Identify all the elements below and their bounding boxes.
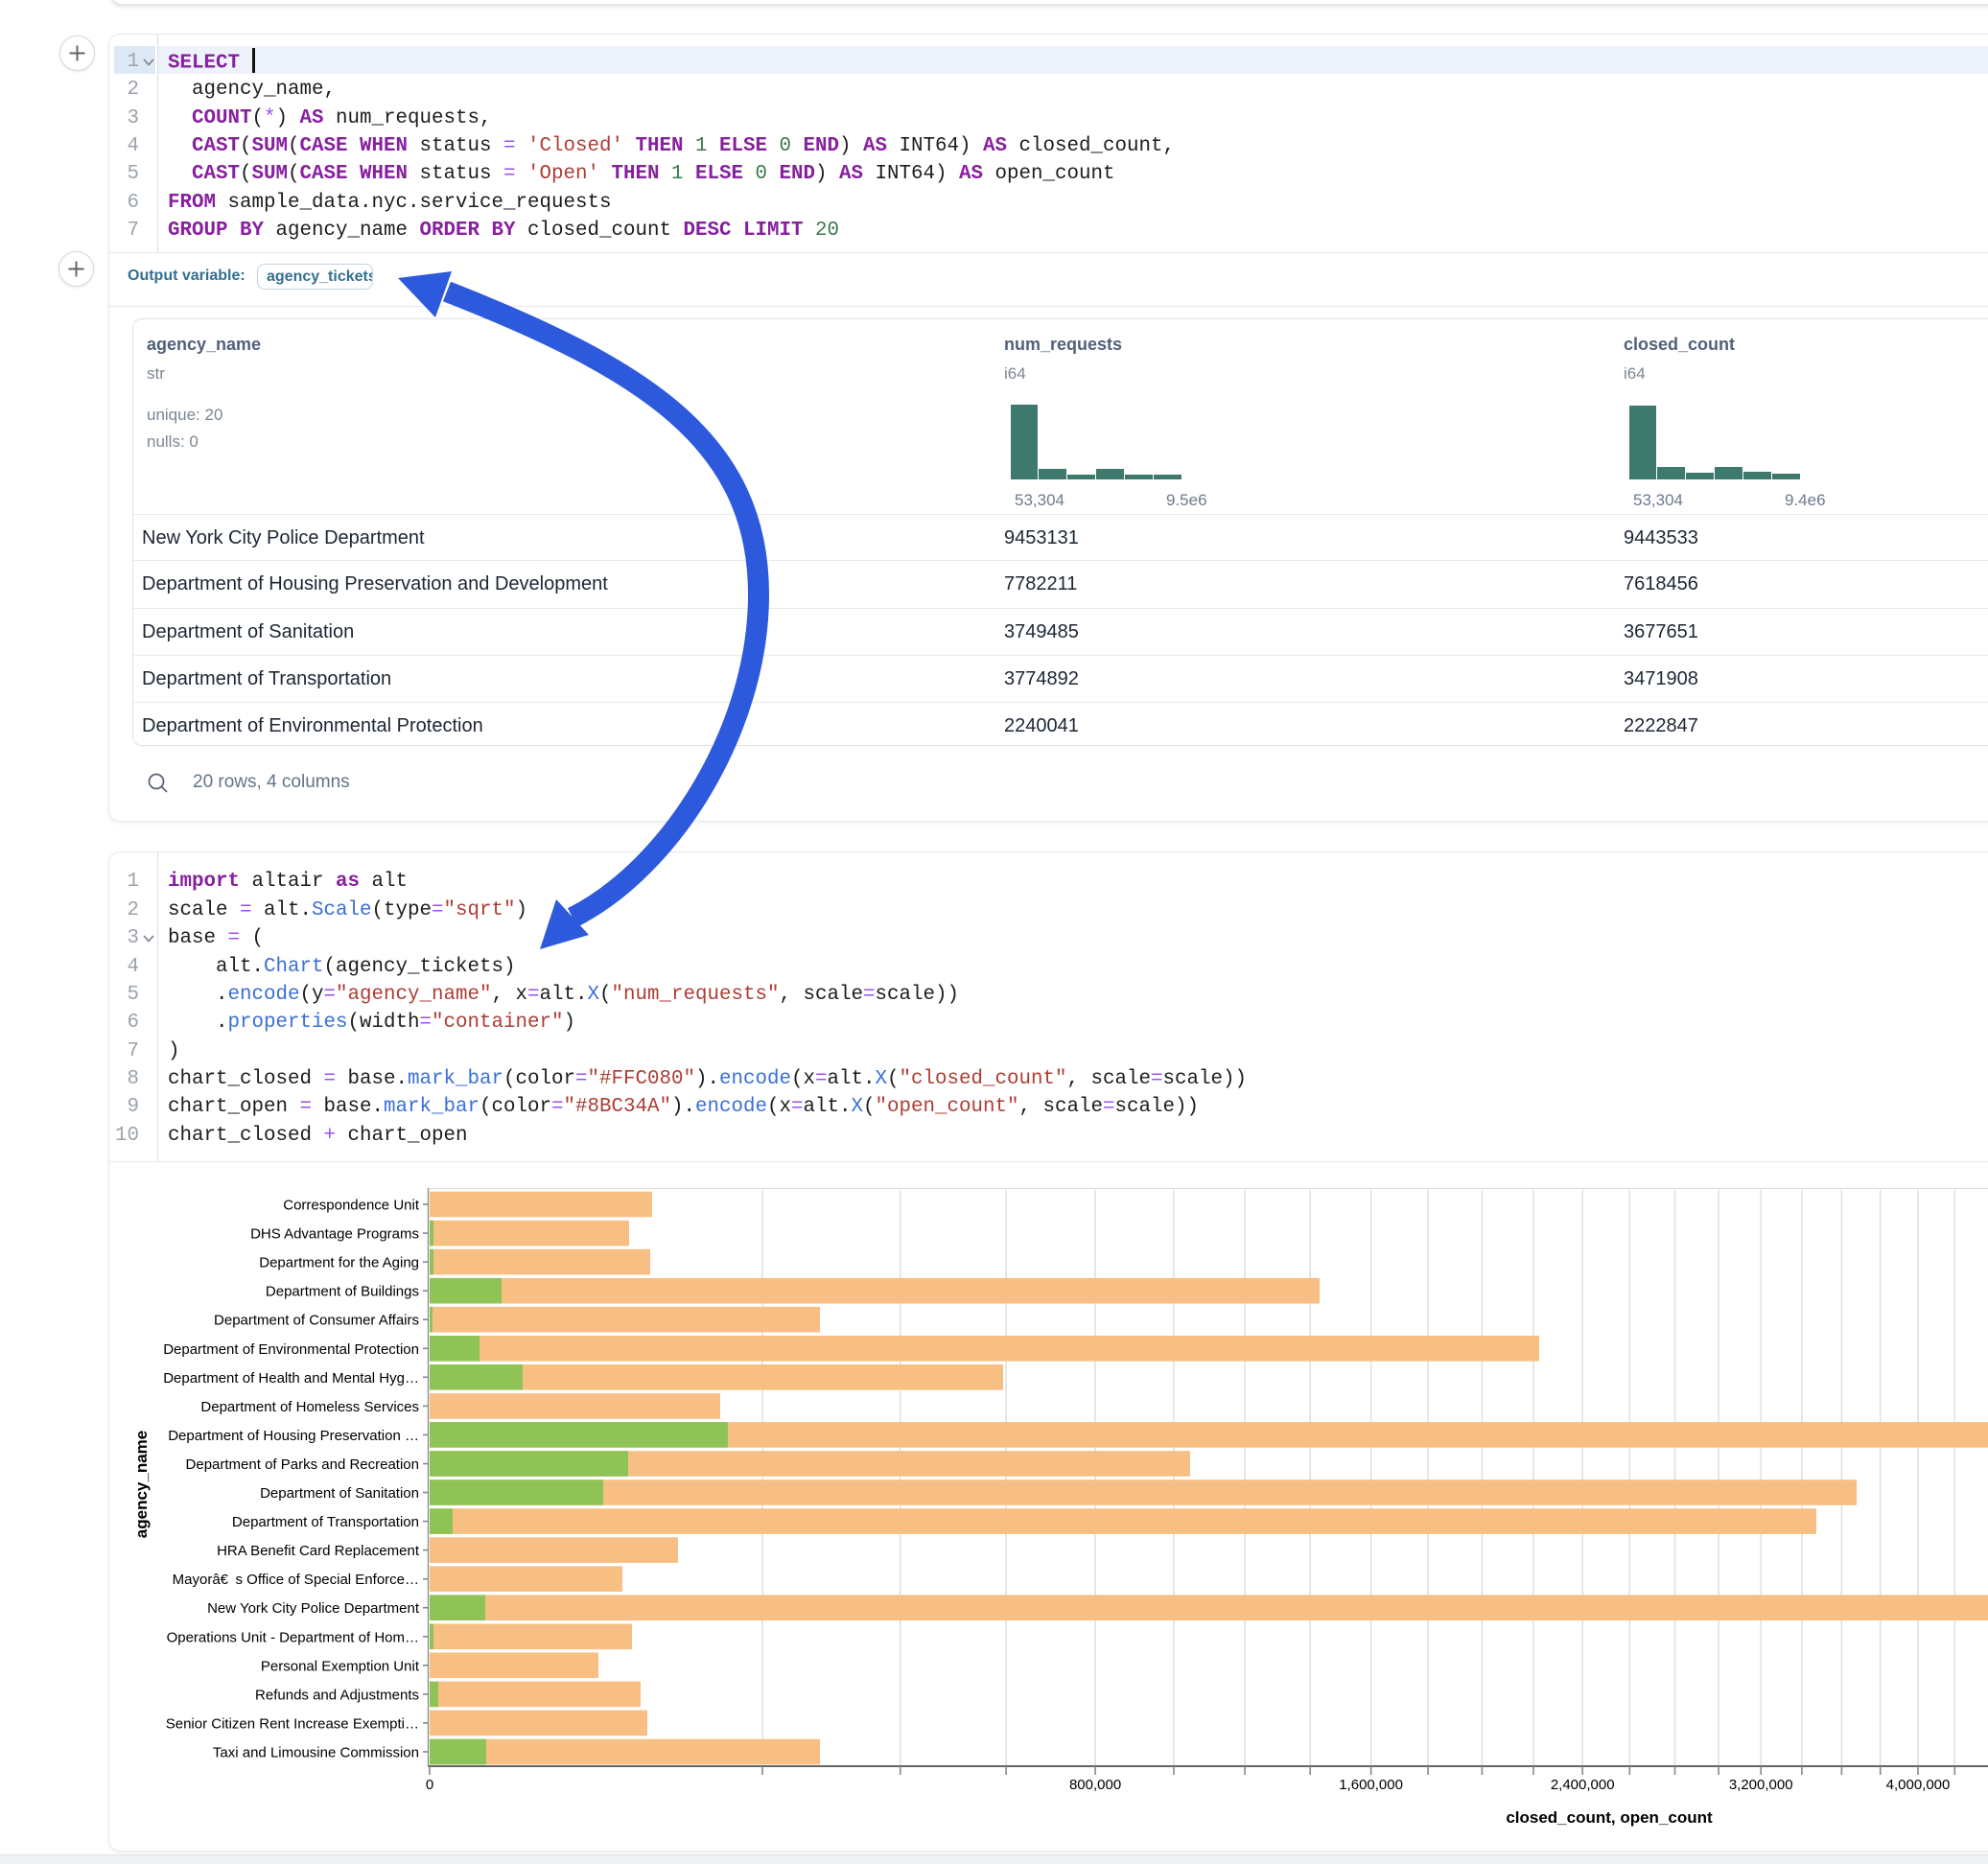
svg-text:Senior Citizen Rent Increase E: Senior Citizen Rent Increase Exempti…	[166, 1715, 419, 1732]
svg-text:Department of Health and Menta: Department of Health and Mental Hyg…	[163, 1370, 419, 1386]
svg-text:Refunds and Adjustments: Refunds and Adjustments	[255, 1687, 419, 1703]
svg-text:Department of Sanitation: Department of Sanitation	[260, 1485, 419, 1502]
svg-text:4,000,000: 4,000,000	[1886, 1777, 1951, 1793]
svg-text:2,400,000: 2,400,000	[1551, 1777, 1615, 1793]
svg-text:Taxi and Limousine Commission: Taxi and Limousine Commission	[213, 1745, 419, 1761]
svg-text:1,600,000: 1,600,000	[1339, 1777, 1403, 1793]
svg-text:Department of Homeless Service: Department of Homeless Services	[200, 1399, 419, 1415]
svg-text:Department of Environmental Pr: Department of Environmental Protection	[163, 1341, 419, 1358]
svg-text:800,000: 800,000	[1069, 1777, 1121, 1793]
svg-text:DHS Advantage Programs: DHS Advantage Programs	[250, 1226, 419, 1243]
svg-text:HRA Benefit Card Replacement: HRA Benefit Card Replacement	[217, 1543, 420, 1559]
svg-text:Department of Buildings: Department of Buildings	[266, 1284, 419, 1300]
svg-text:0: 0	[426, 1777, 433, 1793]
svg-text:Department of Parks and Recrea: Department of Parks and Recreation	[186, 1456, 419, 1473]
svg-text:Mayorâ€ s Office of Special En: Mayorâ€ s Office of Special Enforce…	[173, 1572, 419, 1588]
svg-text:Department of Housing Preserva: Department of Housing Preservation …	[168, 1428, 419, 1444]
svg-text:closed_count, open_count: closed_count, open_count	[1506, 1808, 1713, 1827]
svg-text:Department of Transportation: Department of Transportation	[232, 1514, 419, 1530]
svg-text:Operations Unit - Department o: Operations Unit - Department of Hom…	[167, 1629, 419, 1645]
svg-text:3,200,000: 3,200,000	[1729, 1777, 1793, 1793]
svg-text:New York City Police Departmen: New York City Police Department	[207, 1600, 420, 1617]
svg-text:Department of Consumer Affairs: Department of Consumer Affairs	[214, 1313, 419, 1329]
svg-text:Correspondence Unit: Correspondence Unit	[283, 1198, 420, 1214]
svg-text:Personal Exemption Unit: Personal Exemption Unit	[261, 1658, 420, 1674]
svg-text:agency_name: agency_name	[132, 1431, 151, 1538]
svg-text:Department for the Aging: Department for the Aging	[259, 1255, 419, 1271]
